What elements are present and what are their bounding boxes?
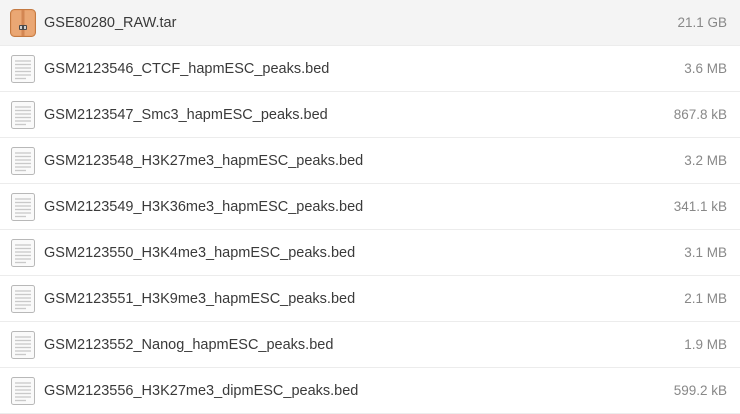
file-row[interactable]: GSE80280_RAW.tar 21.1 GB [0, 0, 740, 46]
file-name: GSM2123550_H3K4me3_hapmESC_peaks.bed [44, 244, 356, 261]
file-name: GSM2123556_H3K27me3_dipmESC_peaks.bed [44, 382, 359, 399]
file-row[interactable]: GSM2123547_Smc3_hapmESC_peaks.bed 867.8 … [0, 92, 740, 138]
file-name: GSE80280_RAW.tar [44, 14, 177, 31]
file-name: GSM2123546_CTCF_hapmESC_peaks.bed [44, 60, 330, 77]
file-size: 599.2 kB [673, 383, 727, 398]
file-size: 341.1 kB [673, 199, 727, 214]
text-file-icon [11, 330, 35, 359]
text-file-icon [11, 100, 35, 129]
text-file-icon [11, 54, 35, 83]
file-name: GSM2123549_H3K36me3_hapmESC_peaks.bed [44, 198, 364, 215]
text-file-icon [11, 376, 35, 405]
file-row[interactable]: GSM2123550_H3K4me3_hapmESC_peaks.bed 3.1… [0, 230, 740, 276]
file-size: 3.2 MB [684, 153, 727, 168]
file-name: GSM2123552_Nanog_hapmESC_peaks.bed [44, 336, 334, 353]
text-file-icon [11, 192, 35, 221]
file-size: 21.1 GB [677, 15, 727, 30]
file-name: GSM2123547_Smc3_hapmESC_peaks.bed [44, 106, 328, 123]
file-row[interactable]: GSM2123546_CTCF_hapmESC_peaks.bed 3.6 MB [0, 46, 740, 92]
text-file-icon [11, 284, 35, 313]
file-size: 3.1 MB [684, 245, 727, 260]
file-name: GSM2123548_H3K27me3_hapmESC_peaks.bed [44, 152, 364, 169]
file-row[interactable]: GSM2123548_H3K27me3_hapmESC_peaks.bed 3.… [0, 138, 740, 184]
text-file-icon [11, 146, 35, 175]
file-row[interactable]: GSM2123551_H3K9me3_hapmESC_peaks.bed 2.1… [0, 276, 740, 322]
file-size: 3.6 MB [684, 61, 727, 76]
file-size: 1.9 MB [684, 337, 727, 352]
file-size: 2.1 MB [684, 291, 727, 306]
file-size: 867.8 kB [673, 107, 727, 122]
archive-icon [10, 8, 36, 37]
text-file-icon [11, 238, 35, 267]
file-row[interactable]: GSM2123552_Nanog_hapmESC_peaks.bed 1.9 M… [0, 322, 740, 368]
file-row[interactable]: GSM2123549_H3K36me3_hapmESC_peaks.bed 34… [0, 184, 740, 230]
file-name: GSM2123551_H3K9me3_hapmESC_peaks.bed [44, 290, 356, 307]
file-row[interactable]: GSM2123556_H3K27me3_dipmESC_peaks.bed 59… [0, 368, 740, 414]
file-list: GSE80280_RAW.tar 21.1 GB GSM2123546_CTCF… [0, 0, 740, 414]
